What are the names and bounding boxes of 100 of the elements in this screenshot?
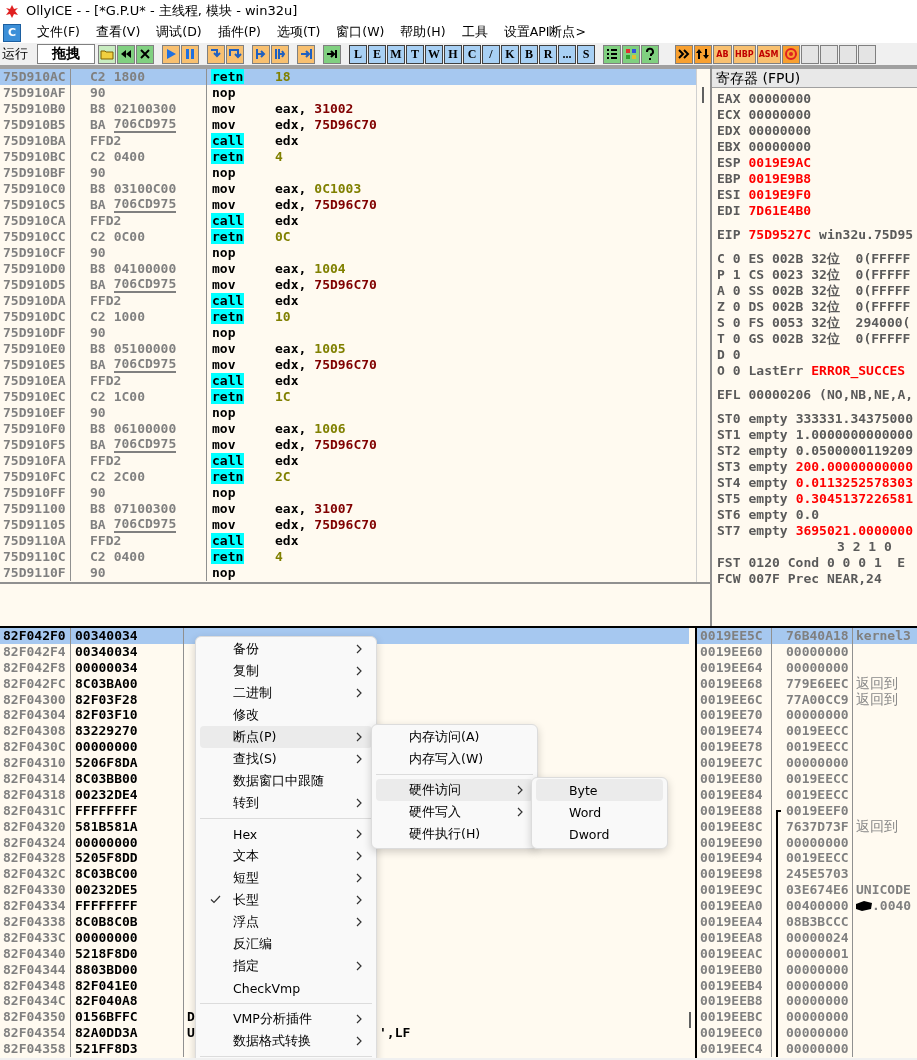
stack-row[interactable]: 0019EE6C 77A00CC9 返回到 bbox=[697, 691, 917, 708]
address-cell[interactable]: 82F04310 bbox=[0, 755, 71, 771]
disassembly-row[interactable]: 75D910AC C2 1800 retn 18 bbox=[0, 69, 696, 85]
menu-item[interactable]: Dword bbox=[536, 823, 663, 845]
menu-item[interactable]: 硬件写入 bbox=[376, 801, 533, 823]
disassembly-row[interactable]: 75D910BA FFD2 call edx bbox=[0, 133, 696, 149]
menu-item[interactable]: 查找(S) bbox=[200, 748, 372, 770]
stack-row[interactable]: 0019EE7C 00000000 bbox=[697, 755, 917, 771]
menu-item[interactable]: 插件(P) bbox=[209, 22, 269, 43]
step-into-icon[interactable] bbox=[207, 44, 225, 64]
address-cell[interactable]: 82F0431C bbox=[0, 802, 71, 819]
return-icon[interactable] bbox=[297, 44, 315, 64]
menu-item[interactable]: 二进制 bbox=[200, 682, 372, 704]
stack-row[interactable]: 0019EE9C 03E674E6 UNICODE bbox=[697, 882, 917, 899]
window-letter-button[interactable]: R bbox=[539, 44, 557, 64]
menu-item[interactable]: 文本 bbox=[200, 845, 372, 867]
disassembly-row[interactable]: 75D910DC C2 1000 retn 10 bbox=[0, 309, 696, 325]
stack-row[interactable]: 0019EE90 00000000 bbox=[697, 834, 917, 851]
disassembly-row[interactable]: 75D91100 B8 07100300 mov eax, 31007 bbox=[0, 501, 696, 517]
menu-item[interactable]: VMP分析插件 bbox=[200, 1008, 372, 1030]
window-letter-button[interactable]: T bbox=[406, 44, 424, 64]
stack-row[interactable]: 0019EE78 0019EECC bbox=[697, 739, 917, 756]
address-cell[interactable]: 82F042FC bbox=[0, 675, 71, 692]
target-icon[interactable] bbox=[781, 44, 800, 64]
step-over-icon[interactable] bbox=[226, 44, 244, 64]
disassembly-row[interactable]: 75D910E0 B8 05100000 mov eax, 1005 bbox=[0, 341, 696, 357]
address-cell[interactable]: 82F04358 bbox=[0, 1041, 71, 1058]
window-letter-button[interactable]: / bbox=[482, 44, 500, 64]
disassembly-row[interactable]: 75D910E5 BA 706CD975 mov edx, 75D96C70 bbox=[0, 357, 696, 373]
chevrons-icon[interactable] bbox=[675, 44, 693, 64]
disassembly-row[interactable]: 75D910C0 B8 03100C00 mov eax, 0C1003 bbox=[0, 181, 696, 197]
toolbar-button[interactable] bbox=[800, 44, 819, 64]
address-cell[interactable]: 82F0432C bbox=[0, 866, 71, 883]
window-letter-button[interactable]: C bbox=[463, 44, 481, 64]
address-cell[interactable]: 82F04300 bbox=[0, 691, 71, 708]
stack-row[interactable]: 0019EEC0 00000000 bbox=[697, 1025, 917, 1042]
disassembly-row[interactable]: 75D9110A FFD2 call edx bbox=[0, 533, 696, 549]
stack-row[interactable]: 0019EEA8 00000024 bbox=[697, 929, 917, 946]
stack-row[interactable]: 0019EE8C 7637D73F 返回到 bbox=[697, 818, 917, 835]
disassembly-row[interactable]: 75D910CF 90 nop bbox=[0, 245, 696, 261]
disassembly-row[interactable]: 75D91105 BA 706CD975 mov edx, 75D96C70 bbox=[0, 517, 696, 533]
menu-item[interactable]: 指定 bbox=[200, 955, 372, 977]
menu-item[interactable]: 工具 bbox=[453, 22, 496, 43]
address-cell[interactable]: 82F04334 bbox=[0, 898, 71, 915]
address-cell[interactable]: 82F04348 bbox=[0, 977, 71, 994]
menu-item[interactable]: 断点(P) bbox=[200, 726, 372, 748]
help-icon[interactable] bbox=[641, 44, 659, 64]
play-icon[interactable] bbox=[162, 44, 180, 64]
disassembly-row[interactable]: 75D9110C C2 0400 retn 4 bbox=[0, 549, 696, 565]
menu-item[interactable]: 硬件执行(H) bbox=[376, 823, 533, 845]
window-letter-button[interactable]: K bbox=[501, 44, 519, 64]
menu-item[interactable]: 文件(F) bbox=[29, 22, 88, 43]
menu-item[interactable]: 内存写入(W) bbox=[376, 748, 533, 770]
disassembly-row[interactable]: 75D910FA FFD2 call edx bbox=[0, 453, 696, 469]
drag-button[interactable]: 拖拽 bbox=[37, 44, 95, 64]
pause-icon[interactable] bbox=[181, 44, 199, 64]
stack-row[interactable]: 0019EE68 779E6EEC 返回到 bbox=[697, 675, 917, 692]
window-letter-button[interactable]: H bbox=[444, 44, 462, 64]
toolbar-button[interactable]: AB bbox=[713, 44, 732, 64]
address-cell[interactable]: 82F04308 bbox=[0, 723, 71, 740]
address-cell[interactable]: 82F042F0 bbox=[0, 628, 71, 644]
disassembly-row[interactable]: 75D910EF 90 nop bbox=[0, 405, 696, 421]
disassembly-row[interactable]: 75D910CC C2 0C00 retn 0C bbox=[0, 229, 696, 245]
menu-item[interactable]: 帮助(H) bbox=[392, 22, 454, 43]
menu-item[interactable]: 调试(D) bbox=[148, 22, 210, 43]
stack-row[interactable]: 0019EE94 0019EECC bbox=[697, 850, 917, 867]
disassembly-row[interactable]: 75D910DF 90 nop bbox=[0, 325, 696, 341]
disassembly-row[interactable]: 75D910BF 90 nop bbox=[0, 165, 696, 181]
window-letter-button[interactable]: E bbox=[368, 44, 386, 64]
stack-row[interactable]: 0019EEC4 00000000 bbox=[697, 1041, 917, 1058]
address-cell[interactable]: 82F04320 bbox=[0, 818, 71, 835]
address-cell[interactable]: 82F04318 bbox=[0, 786, 71, 803]
address-cell[interactable]: 82F04304 bbox=[0, 707, 71, 724]
menu-item[interactable]: 硬件访问 bbox=[376, 779, 533, 801]
disassembly-row[interactable]: 75D910AF 90 nop bbox=[0, 85, 696, 101]
address-cell[interactable]: 82F04354 bbox=[0, 1025, 71, 1042]
disassembly-row[interactable]: 75D910EC C2 1C00 retn 1C bbox=[0, 389, 696, 405]
address-cell[interactable]: 82F04328 bbox=[0, 850, 71, 867]
menu-item[interactable]: CheckVmp bbox=[200, 977, 372, 999]
window-letter-button[interactable]: B bbox=[520, 44, 538, 64]
stack-row[interactable]: 0019EEB4 00000000 bbox=[697, 977, 917, 994]
address-cell[interactable]: 82F04344 bbox=[0, 961, 71, 978]
menu-item[interactable]: 设置API断点> bbox=[495, 22, 594, 43]
window-letter-button[interactable]: ... bbox=[558, 44, 576, 64]
toolbar-button[interactable] bbox=[857, 44, 876, 64]
address-cell[interactable]: 82F04338 bbox=[0, 914, 71, 930]
stack-row[interactable]: 0019EE80 0019EECC bbox=[697, 771, 917, 787]
window-letter-button[interactable]: M bbox=[387, 44, 405, 64]
disassembly-row[interactable]: 75D910FC C2 2C00 retn 2C bbox=[0, 469, 696, 485]
menu-item[interactable]: 转到 bbox=[200, 792, 372, 814]
menu-item[interactable]: 修改 bbox=[200, 704, 372, 726]
toolbar-button[interactable]: HBP bbox=[733, 44, 756, 64]
goto-icon[interactable] bbox=[323, 44, 341, 64]
stack-row[interactable]: 0019EE88 0019EEF0 bbox=[697, 802, 917, 819]
window-letter-button[interactable]: W bbox=[425, 44, 443, 64]
menu-item[interactable]: 复制 bbox=[200, 660, 372, 682]
menu-item[interactable]: Byte bbox=[536, 779, 663, 801]
scroll-thumb[interactable] bbox=[689, 1012, 691, 1028]
disassembly-row[interactable]: 75D910DA FFD2 call edx bbox=[0, 293, 696, 309]
stack-row[interactable]: 0019EE84 0019EECC bbox=[697, 786, 917, 803]
